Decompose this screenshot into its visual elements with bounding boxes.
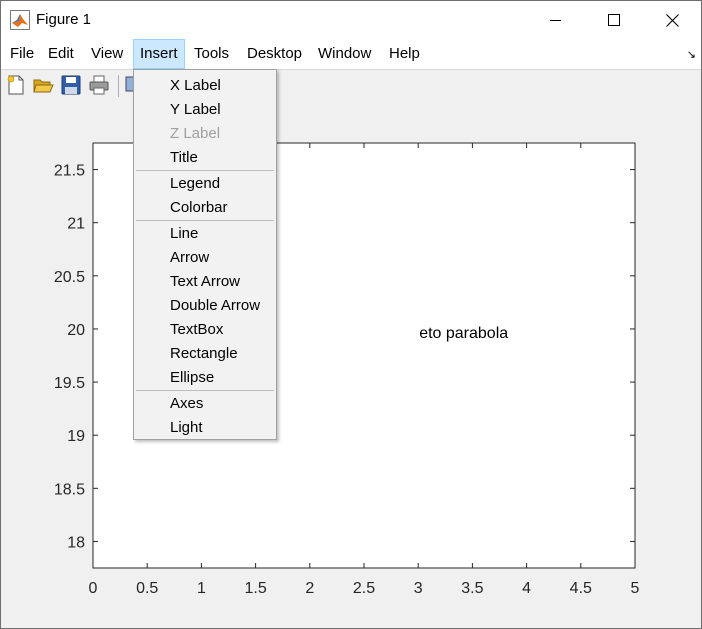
x-tick-label: 4 bbox=[522, 580, 531, 597]
menu-tools[interactable]: Tools bbox=[188, 39, 235, 69]
menu-item-colorbar[interactable]: Colorbar bbox=[135, 196, 275, 220]
x-tick-label: 1.5 bbox=[244, 580, 266, 597]
x-tick-label: 0.5 bbox=[136, 580, 158, 597]
menu-item-arrow[interactable]: Arrow bbox=[135, 246, 275, 270]
y-tick-label: 20 bbox=[67, 322, 85, 339]
menu-item-axes[interactable]: Axes bbox=[135, 392, 275, 416]
insert-menu-dropdown: X Label Y Label Z Label Title Legend Col… bbox=[133, 69, 277, 440]
menu-help[interactable]: Help bbox=[383, 39, 426, 69]
menu-item-title[interactable]: Title bbox=[135, 146, 275, 170]
figure-toolbar bbox=[1, 69, 701, 104]
new-figure-icon[interactable] bbox=[5, 74, 27, 96]
menu-insert[interactable]: Insert bbox=[133, 39, 185, 69]
x-tick-label: 0 bbox=[89, 580, 98, 597]
x-tick-label: 1 bbox=[197, 580, 206, 597]
x-tick-label: 2.5 bbox=[353, 580, 375, 597]
window-title: Figure 1 bbox=[36, 11, 92, 28]
y-tick-label: 21.5 bbox=[54, 163, 85, 180]
menu-item-z-label: Z Label bbox=[170, 125, 221, 142]
menu-window[interactable]: Window bbox=[312, 39, 377, 69]
menu-item-x-label[interactable]: X Label bbox=[135, 74, 275, 98]
menu-file[interactable]: File bbox=[4, 39, 40, 69]
print-icon[interactable] bbox=[88, 74, 110, 96]
figure-window: Figure 1 File Edit View Insert Tools Des… bbox=[0, 0, 702, 629]
menu-edit[interactable]: Edit bbox=[42, 39, 80, 69]
plot-svg: 0 0.5 1 1.5 2 2.5 3 3.5 4 4.5 5 18 18.5 19 19.5 20 20.5 2… bbox=[54, 142, 640, 597]
annotation-text[interactable]: eto parabola bbox=[419, 325, 508, 342]
close-icon bbox=[665, 13, 679, 27]
open-file-icon[interactable] bbox=[32, 74, 54, 96]
menu-desktop[interactable]: Desktop bbox=[241, 39, 308, 69]
y-tick-label: 18.5 bbox=[54, 481, 85, 498]
x-tick-label: 4.5 bbox=[570, 580, 592, 597]
menu-item-double-arrow[interactable]: Double Arrow bbox=[135, 294, 275, 318]
menu-item-legend[interactable]: Legend bbox=[135, 172, 275, 196]
y-tick-label: 19 bbox=[67, 428, 85, 445]
menu-view[interactable]: View bbox=[85, 39, 129, 69]
menu-bar: File Edit View Insert Tools Desktop Wind… bbox=[1, 39, 701, 69]
menu-separator bbox=[136, 390, 274, 391]
maximize-button[interactable] bbox=[585, 1, 643, 39]
menu-item-line[interactable]: Line bbox=[135, 222, 275, 246]
menu-separator bbox=[136, 220, 274, 221]
menu-item-textbox[interactable]: TextBox bbox=[135, 318, 275, 342]
y-tick-label: 19.5 bbox=[54, 375, 85, 392]
save-icon[interactable] bbox=[60, 74, 82, 96]
y-tick-label: 18 bbox=[67, 534, 85, 551]
minimize-icon bbox=[550, 20, 561, 21]
menu-separator bbox=[136, 170, 274, 171]
x-tick-label: 3.5 bbox=[461, 580, 483, 597]
menu-item-ellipse[interactable]: Ellipse bbox=[135, 366, 275, 390]
title-bar[interactable]: Figure 1 bbox=[1, 1, 701, 39]
dock-arrow-icon[interactable]: ↘ bbox=[687, 48, 696, 61]
menu-item-text-arrow[interactable]: Text Arrow bbox=[135, 270, 275, 294]
figure-canvas: 0 0.5 1 1.5 2 2.5 3 3.5 4 4.5 5 18 18.5 19 19.5 20 20.5 2… bbox=[1, 103, 701, 628]
close-button[interactable] bbox=[643, 1, 701, 39]
x-tick-label: 5 bbox=[631, 580, 640, 597]
toolbar-separator bbox=[118, 75, 119, 97]
maximize-icon bbox=[608, 14, 620, 26]
menu-item-light[interactable]: Light bbox=[135, 416, 275, 440]
matlab-icon bbox=[10, 10, 30, 30]
y-tick-label: 21 bbox=[67, 216, 85, 233]
y-tick-label: 20.5 bbox=[54, 269, 85, 286]
x-tick-label: 3 bbox=[414, 580, 423, 597]
x-tick-label: 2 bbox=[305, 580, 314, 597]
menu-item-rectangle[interactable]: Rectangle bbox=[135, 342, 275, 366]
minimize-button[interactable] bbox=[527, 1, 585, 39]
menu-item-y-label[interactable]: Y Label bbox=[135, 98, 275, 122]
